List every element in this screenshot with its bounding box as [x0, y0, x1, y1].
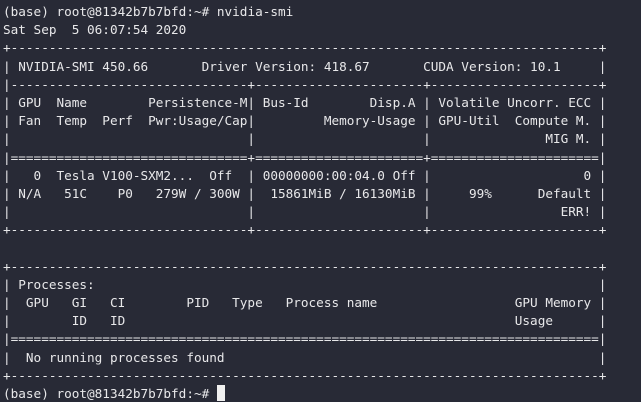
table-border-top: +---------------------------------------…	[3, 40, 607, 56]
output-line-timestamp: Sat Sep 5 06:07:54 2020	[3, 22, 187, 38]
gpu-header-row-1: | GPU Name Persistence-M| Bus-Id Disp.A …	[3, 94, 607, 110]
terminal-window[interactable]: (base) root@81342b7b7bfd:~# nvidia-smi S…	[0, 0, 641, 402]
text-cursor	[216, 384, 225, 401]
processes-title: | Processes: |	[3, 276, 607, 292]
input-line[interactable]: (base) root@81342b7b7bfd:~#	[3, 384, 641, 402]
shell-prompt: (base) root@81342b7b7bfd:~#	[3, 385, 217, 401]
table-separator: |-------------------------------+-------…	[3, 76, 607, 92]
processes-border-top: +---------------------------------------…	[3, 258, 607, 274]
gpu-header-divider: |===============================+=======…	[3, 149, 607, 165]
processes-header-row-1: | GPU GI CI PID Type Process name GPU Me…	[3, 295, 607, 310]
command-line: (base) root@81342b7b7bfd:~# nvidia-smi	[3, 3, 641, 21]
gpu-row-3: | | | ERR! |	[3, 204, 607, 220]
gpu-header-row-2: | Fan Temp Perf Pwr:Usage/Cap| Memory-Us…	[3, 113, 607, 129]
gpu-row-1: | 0 Tesla V100-SXM2... Off | 00000000:00…	[3, 167, 607, 183]
command-text: nvidia-smi	[216, 4, 294, 19]
gpu-row-2: | N/A 51C P0 279W / 300W | 15861MiB / 16…	[3, 185, 607, 201]
gpu-header-row-3: | | | MIG M. |	[3, 131, 607, 147]
processes-header-divider: |=======================================…	[3, 331, 607, 347]
processes-empty-message: | No running processes found |	[3, 349, 607, 365]
version-info-row: | NVIDIA-SMI 450.66 Driver Version: 418.…	[3, 58, 607, 74]
table-border-bottom: +-------------------------------+-------…	[3, 222, 607, 238]
processes-header-row-2: | ID ID Usage |	[3, 313, 607, 329]
processes-border-bottom: +---------------------------------------…	[3, 367, 607, 383]
shell-prompt: (base) root@81342b7b7bfd:~#	[3, 4, 217, 19]
